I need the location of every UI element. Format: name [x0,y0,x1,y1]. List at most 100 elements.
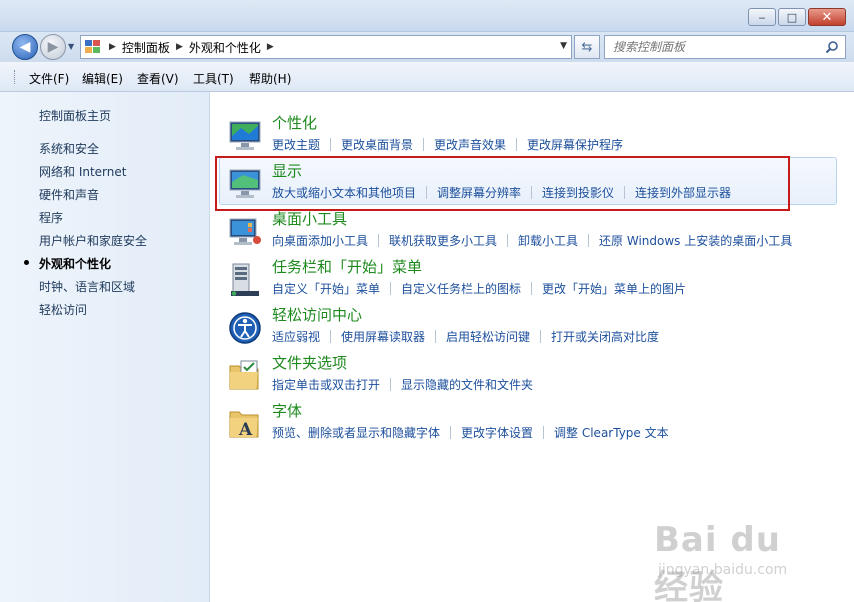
link-separator [450,426,452,439]
link-toggle-high-contrast[interactable]: 打开或关闭高对比度 [551,328,659,345]
category-title-fonts[interactable]: 字体 [272,400,302,421]
sidebar-item-clock-language[interactable]: 时钟、语言和区域 [39,278,135,295]
link-preview-delete-fonts[interactable]: 预览、删除或者显示和隐藏字体 [272,424,440,441]
category-desktop-gadgets: 桌面小工具 向桌面添加小工具 联机获取更多小工具 卸载小工具 还原 Window… [211,208,854,256]
link-customize-taskbar-icons[interactable]: 自定义任务栏上的图标 [401,280,521,297]
taskbar-icon [231,263,259,296]
folder-options-icon [229,360,259,390]
link-separator [543,426,545,439]
link-adjust-cleartype[interactable]: 调整 ClearType 文本 [554,424,669,441]
category-links: 预览、删除或者显示和隐藏字体 更改字体设置 调整 ClearType 文本 [272,424,669,441]
sidebar-item-hardware-sound[interactable]: 硬件和声音 [39,186,99,203]
link-separator [423,138,425,151]
search-input[interactable] [613,40,823,54]
refresh-icon: ⇆ [581,39,593,55]
minimize-icon: ‒ [758,10,766,24]
link-accommodate-low-vision[interactable]: 适应弱视 [272,328,320,345]
link-separator [507,234,509,247]
navigation-bar: ◀ ▶ ▼ ▶ 控制面板 ▶ 外观和个性化 ▶ ▼ ⇆ [0,32,854,62]
back-button[interactable]: ◀ [12,34,38,60]
menu-file[interactable]: 文件(F) [29,70,69,87]
watermark-url: jingyan.baidu.com [658,562,788,578]
menu-bar: 文件(F) 编辑(E) 查看(V) 工具(T) 帮助(H) [0,62,854,92]
close-icon: ✕ [821,9,833,25]
back-arrow-icon: ◀ [19,39,31,55]
link-add-gadgets[interactable]: 向桌面添加小工具 [272,232,368,249]
breadcrumb-separator-icon: ▶ [175,42,183,52]
recent-pages-dropdown-icon[interactable]: ▼ [68,42,74,51]
category-folder-options: 文件夹选项 指定单击或双击打开 显示隐藏的文件和文件夹 [211,352,854,400]
address-dropdown-icon[interactable]: ▼ [560,41,567,51]
category-title-desktop-gadgets[interactable]: 桌面小工具 [272,208,347,229]
link-uninstall-gadget[interactable]: 卸载小工具 [518,232,578,249]
refresh-button[interactable]: ⇆ [574,35,600,59]
breadcrumb-control-panel[interactable]: 控制面板 [122,39,170,56]
svg-text:A: A [238,420,253,440]
window-controls: ‒ □ ✕ [748,8,846,26]
forward-button[interactable]: ▶ [40,34,66,60]
highlight-annotation-box [215,156,790,211]
search-icon[interactable] [825,40,839,54]
link-separator [390,378,392,391]
address-bar[interactable]: ▶ 控制面板 ▶ 外观和个性化 ▶ ▼ [80,35,572,59]
sidebar-item-ease-of-access[interactable]: 轻松访问 [39,301,87,318]
link-separator [435,330,437,343]
maximize-icon: □ [786,10,798,24]
link-change-start-menu-picture[interactable]: 更改「开始」菜单上的图片 [542,280,686,297]
category-title-folder-options[interactable]: 文件夹选项 [272,352,347,373]
category-title-personalization[interactable]: 个性化 [272,112,317,133]
close-button[interactable]: ✕ [808,8,846,26]
link-separator [390,282,392,295]
link-restore-gadgets[interactable]: 还原 Windows 上安装的桌面小工具 [599,232,792,249]
link-show-hidden-files[interactable]: 显示隐藏的文件和文件夹 [401,376,533,393]
link-change-theme[interactable]: 更改主题 [272,136,320,153]
breadcrumb-appearance[interactable]: 外观和个性化 [189,39,261,56]
sidebar-item-home[interactable]: 控制面板主页 [39,107,111,124]
link-separator [330,330,332,343]
link-change-sound-effects[interactable]: 更改声音效果 [434,136,506,153]
menu-edit[interactable]: 编辑(E) [82,70,123,87]
minimize-button[interactable]: ‒ [748,8,776,26]
link-single-double-click[interactable]: 指定单击或双击打开 [272,376,380,393]
watermark-brand: Bai du 经验 [654,520,781,602]
category-fonts: A 字体 预览、删除或者显示和隐藏字体 更改字体设置 调整 ClearType … [211,400,854,448]
menu-help[interactable]: 帮助(H) [249,70,291,87]
title-bar: ‒ □ ✕ [0,0,854,32]
link-separator [516,138,518,151]
category-links: 自定义「开始」菜单 自定义任务栏上的图标 更改「开始」菜单上的图片 [272,280,686,297]
baidu-watermark: Bai du 经验 jingyan.baidu.com [650,508,810,602]
category-links: 向桌面添加小工具 联机获取更多小工具 卸载小工具 还原 Windows 上安装的… [272,232,792,249]
maximize-button[interactable]: □ [778,8,806,26]
link-turn-on-easy-access-keys[interactable]: 启用轻松访问键 [446,328,530,345]
category-links: 更改主题 更改桌面背景 更改声音效果 更改屏幕保护程序 [272,136,623,153]
sidebar-item-user-accounts[interactable]: 用户帐户和家庭安全 [39,232,147,249]
forward-arrow-icon: ▶ [47,39,59,55]
link-get-more-gadgets[interactable]: 联机获取更多小工具 [389,232,497,249]
sidebar-item-network[interactable]: 网络和 Internet [39,163,126,180]
sidebar-item-system-security[interactable]: 系统和安全 [39,140,99,157]
breadcrumb-separator-icon[interactable]: ▶ [267,42,274,52]
current-item-bullet [24,260,29,265]
ease-of-access-icon [229,312,261,344]
link-change-font-settings[interactable]: 更改字体设置 [461,424,533,441]
link-separator [330,138,332,151]
control-panel-icon [85,40,103,54]
link-change-desktop-background[interactable]: 更改桌面背景 [341,136,413,153]
link-use-screen-reader[interactable]: 使用屏幕读取器 [341,328,425,345]
breadcrumb-separator-icon: ▶ [109,42,116,52]
category-title-taskbar[interactable]: 任务栏和「开始」菜单 [272,256,422,277]
link-customize-start-menu[interactable]: 自定义「开始」菜单 [272,280,380,297]
link-change-screen-saver[interactable]: 更改屏幕保护程序 [527,136,623,153]
menu-grip [14,70,16,84]
category-title-ease-of-access[interactable]: 轻松访问中心 [272,304,362,325]
menu-tools[interactable]: 工具(T) [193,70,234,87]
search-box[interactable] [604,35,846,59]
link-separator [531,282,533,295]
category-links: 指定单击或双击打开 显示隐藏的文件和文件夹 [272,376,533,393]
link-separator [540,330,542,343]
personalization-icon [229,121,261,150]
fonts-icon: A [229,411,259,440]
menu-view[interactable]: 查看(V) [137,70,179,87]
category-personalization: 个性化 更改主题 更改桌面背景 更改声音效果 更改屏幕保护程序 [211,112,854,160]
sidebar-item-programs[interactable]: 程序 [39,209,63,226]
